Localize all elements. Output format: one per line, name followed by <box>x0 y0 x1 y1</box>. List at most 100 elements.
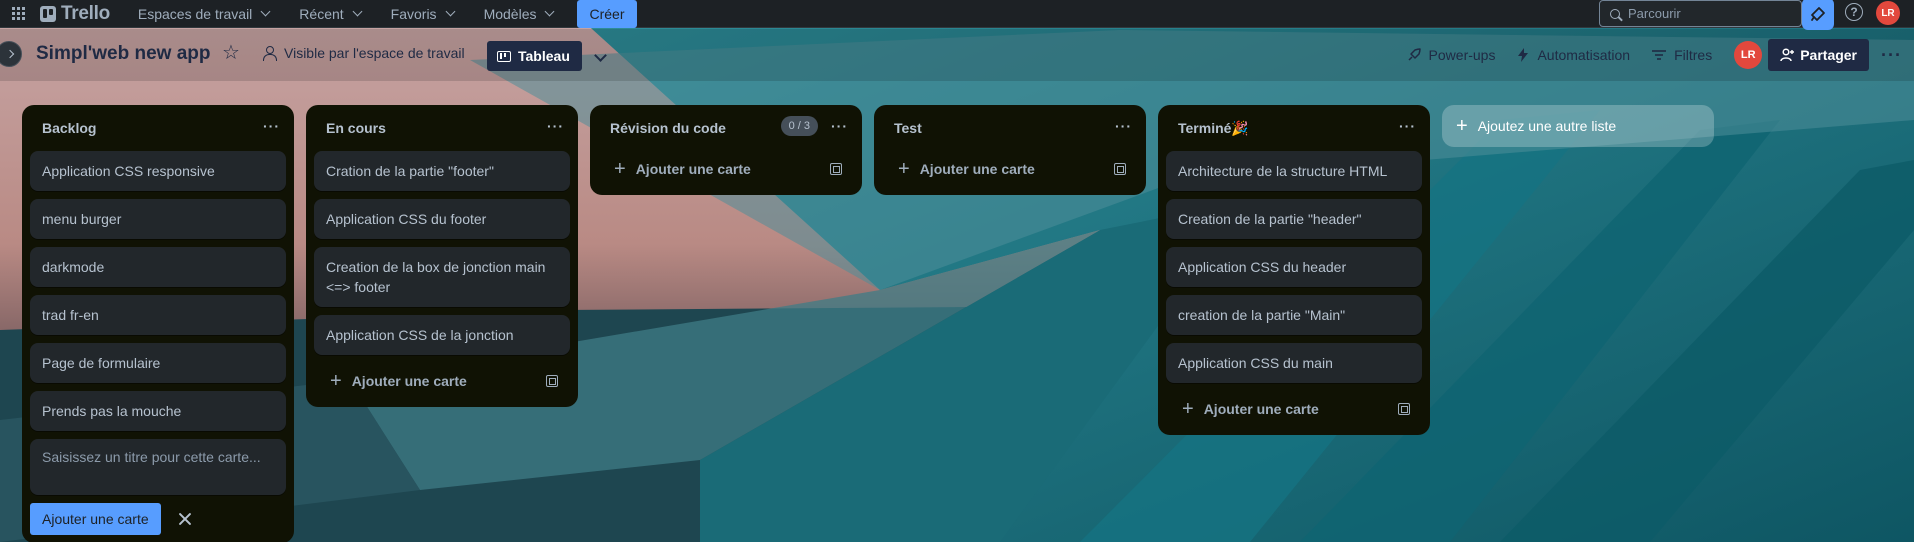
board-icon <box>497 50 511 62</box>
chevron-right-icon <box>5 49 15 59</box>
search-placeholder: Parcourir <box>1628 6 1681 21</box>
list-test: Test ··· + Ajouter une carte <box>874 105 1146 195</box>
list-title[interactable]: Révision du code <box>610 120 726 136</box>
chevron-down-icon <box>545 6 555 17</box>
user-avatar[interactable]: LR <box>1876 1 1900 25</box>
card[interactable]: Application CSS de la jonction <box>314 315 570 355</box>
chevron-down-icon <box>445 6 456 17</box>
card[interactable]: creation de la partie "Main" <box>1166 295 1422 335</box>
card[interactable]: Application CSS responsive <box>30 151 286 191</box>
add-card-button[interactable]: + Ajouter une carte <box>598 151 854 187</box>
add-card-button[interactable]: + Ajouter une carte <box>882 151 1138 187</box>
nav-recent[interactable]: Récent <box>289 0 370 28</box>
board-view-button[interactable]: Tableau <box>487 41 582 71</box>
list-menu-icon[interactable]: ··· <box>547 118 564 134</box>
powerups-button[interactable]: Power-ups <box>1407 47 1495 63</box>
card[interactable]: Application CSS du main <box>1166 343 1422 383</box>
automation-label: Automatisation <box>1537 47 1631 63</box>
list-backlog: Backlog ··· Application CSS responsive m… <box>22 105 294 542</box>
card-template-icon[interactable] <box>1114 163 1126 175</box>
list-menu-icon[interactable]: ··· <box>1399 118 1416 134</box>
apps-grid-icon[interactable] <box>0 0 36 28</box>
member-avatar[interactable]: LR <box>1734 41 1763 69</box>
card[interactable]: trad fr-en <box>30 295 286 335</box>
add-list-button[interactable]: + Ajoutez une autre liste <box>1442 105 1714 147</box>
nav-templates[interactable]: Modèles <box>474 0 564 28</box>
sidebar-toggle-button[interactable] <box>0 41 22 67</box>
card[interactable]: Cration de la partie "footer" <box>314 151 570 191</box>
list-title[interactable]: Test <box>894 120 922 136</box>
create-button[interactable]: Créer <box>577 0 637 28</box>
card[interactable]: Application CSS du footer <box>314 199 570 239</box>
add-list-label: Ajoutez une autre liste <box>1477 118 1617 134</box>
card-template-icon[interactable] <box>1398 403 1410 415</box>
board-title[interactable]: Simpl'web new app <box>36 43 211 65</box>
share-button[interactable]: Partager <box>1768 39 1870 71</box>
trello-logo[interactable]: Trello <box>40 3 110 25</box>
notifications-button[interactable] <box>1802 0 1834 30</box>
automation-button[interactable]: Automatisation <box>1517 47 1630 63</box>
lightning-icon <box>1518 48 1529 62</box>
trello-logo-icon <box>40 5 56 22</box>
view-switcher-chevron-icon[interactable] <box>594 49 607 62</box>
star-icon[interactable]: ☆ <box>222 42 240 64</box>
card[interactable]: Prends pas la mouche <box>30 391 286 431</box>
list-title[interactable]: Backlog <box>42 120 96 136</box>
board-header: Simpl'web new app ☆ Visible par l'espace… <box>0 29 1914 81</box>
nav-starred[interactable]: Favoris <box>381 0 464 28</box>
nav-workspaces[interactable]: Espaces de travail <box>128 0 279 28</box>
share-label: Partager <box>1800 47 1858 63</box>
board-menu-button[interactable]: ··· <box>1881 45 1902 66</box>
filters-label: Filtres <box>1674 47 1713 63</box>
add-card-button[interactable]: + Ajouter une carte <box>314 363 570 399</box>
list-header[interactable]: Backlog ··· <box>22 105 294 151</box>
add-card-label: Ajouter une carte <box>351 373 467 389</box>
plus-icon: + <box>1182 398 1194 420</box>
list-header[interactable]: Révision du code 0 / 3 ··· <box>590 105 862 151</box>
filters-button[interactable]: Filtres <box>1652 47 1712 63</box>
nav-workspaces-label: Espaces de travail <box>137 5 253 22</box>
list-title[interactable]: En cours <box>326 120 386 136</box>
people-icon <box>262 46 277 61</box>
visibility-button[interactable]: Visible par l'espace de travail <box>262 45 465 61</box>
chevron-down-icon <box>260 6 271 17</box>
search-input[interactable]: Parcourir <box>1599 0 1802 27</box>
card[interactable]: menu burger <box>30 199 286 239</box>
add-card-label: Ajouter une carte <box>1203 401 1319 417</box>
visibility-label: Visible par l'espace de travail <box>284 45 465 61</box>
filter-icon <box>1652 50 1667 60</box>
card[interactable]: Architecture de la structure HTML <box>1166 151 1422 191</box>
list-code-review: Révision du code 0 / 3 ··· + Ajouter une… <box>590 105 862 195</box>
close-icon[interactable] <box>177 511 193 527</box>
card-template-icon[interactable] <box>830 163 842 175</box>
list-in-progress: En cours ··· Cration de la partie "foote… <box>306 105 578 407</box>
list-header[interactable]: Test ··· <box>874 105 1146 151</box>
list-header[interactable]: Terminé🎉 ··· <box>1158 105 1430 151</box>
card[interactable]: Page de formulaire <box>30 343 286 383</box>
add-person-icon <box>1780 48 1795 62</box>
list-header[interactable]: En cours ··· <box>306 105 578 151</box>
wip-limit-badge: 0 / 3 <box>780 116 818 136</box>
composer-actions: Ajouter une carte <box>30 503 286 535</box>
card[interactable]: Application CSS du header <box>1166 247 1422 287</box>
list-menu-icon[interactable]: ··· <box>831 118 848 134</box>
add-card-button[interactable]: + Ajouter une carte <box>1166 391 1422 427</box>
list-menu-icon[interactable]: ··· <box>263 118 280 134</box>
nav-starred-label: Favoris <box>390 5 437 22</box>
chevron-down-icon <box>352 6 363 17</box>
logo-text: Trello <box>61 2 110 24</box>
list-menu-icon[interactable]: ··· <box>1115 118 1132 134</box>
list-done: Terminé🎉 ··· Architecture de la structur… <box>1158 105 1430 435</box>
card[interactable]: darkmode <box>30 247 286 287</box>
card-title-input[interactable]: Saisissez un titre pour cette carte... <box>30 439 286 495</box>
top-navigation: Trello Espaces de travail Récent Favoris… <box>0 0 1914 30</box>
help-icon[interactable]: ? <box>1845 3 1863 21</box>
rocket-icon <box>1408 48 1421 61</box>
card[interactable]: Creation de la box de jonction main <=> … <box>314 247 570 307</box>
card[interactable]: Creation de la partie "header" <box>1166 199 1422 239</box>
list-title[interactable]: Terminé🎉 <box>1178 120 1249 137</box>
board-view-label: Tableau <box>518 48 570 64</box>
plus-icon: + <box>1456 115 1468 137</box>
add-card-submit-button[interactable]: Ajouter une carte <box>30 503 161 535</box>
card-template-icon[interactable] <box>546 375 558 387</box>
